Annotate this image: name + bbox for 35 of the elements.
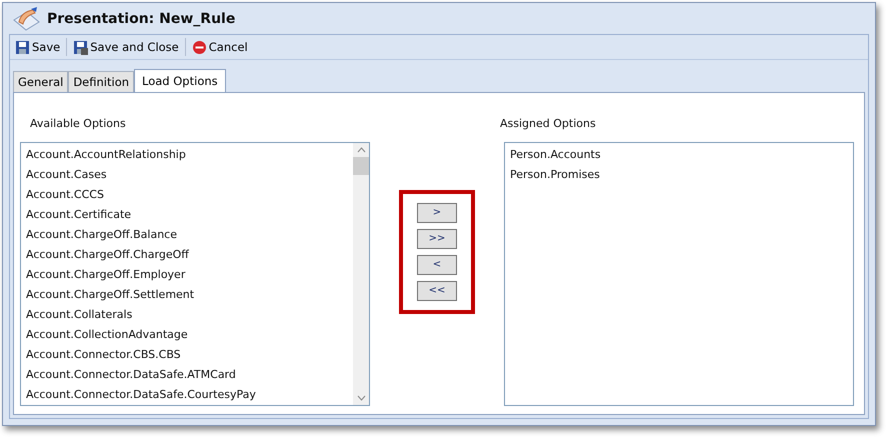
move-button[interactable]: <: [417, 254, 457, 274]
list-item[interactable]: Account.Cases: [26, 165, 353, 185]
chevron-up-icon: [356, 147, 366, 153]
list-item[interactable]: Account.ChargeOff.Employer: [26, 265, 353, 285]
list-item[interactable]: Account.CCCS: [26, 185, 353, 205]
cancel-button[interactable]: Cancel: [190, 40, 250, 54]
save-and-close-button[interactable]: Save and Close: [71, 40, 181, 54]
list-item[interactable]: Account.CollectionAdvantage: [26, 325, 353, 345]
tab[interactable]: Definition: [68, 71, 134, 92]
list-label: Available Options: [30, 117, 127, 130]
move-button[interactable]: <<: [417, 280, 457, 300]
list-item[interactable]: Person.Accounts: [510, 145, 853, 165]
list-item[interactable]: Account.AccountRelationship: [26, 145, 353, 165]
chevron-down-icon: [356, 395, 366, 401]
scrollbar[interactable]: [353, 143, 369, 405]
list-item[interactable]: Account.ChargeOff.ChargeOff: [26, 245, 353, 265]
list-item[interactable]: Account.ChargeOff.Settlement: [26, 285, 353, 305]
save-button[interactable]: Save: [13, 40, 62, 54]
list-item[interactable]: Person.Promises: [510, 165, 853, 185]
tab[interactable]: Load Options: [134, 69, 226, 92]
list-item[interactable]: Account.Connector.DataSafe.CourtesyPay: [26, 385, 353, 405]
stop-icon: [192, 40, 207, 54]
list-label: Assigned Options: [500, 117, 597, 130]
list-item[interactable]: Account.Certificate: [26, 205, 353, 225]
floppy-disk-close-icon: [73, 40, 88, 54]
pen-writing-icon: [11, 6, 41, 32]
window-title: Presentation: New_Rule: [47, 10, 236, 26]
tab[interactable]: General: [13, 71, 68, 92]
list-item[interactable]: Account.Collaterals: [26, 305, 353, 325]
list-item[interactable]: Account.Connector.CBS.CBS: [26, 345, 353, 365]
list-item[interactable]: Account.Connector.DataSafe.ATMCard: [26, 365, 353, 385]
move-button[interactable]: >: [417, 202, 457, 222]
list-item[interactable]: Account.ChargeOff.Balance: [26, 225, 353, 245]
scrollbar-thumb[interactable]: [353, 157, 369, 175]
move-button[interactable]: >>: [417, 228, 457, 248]
